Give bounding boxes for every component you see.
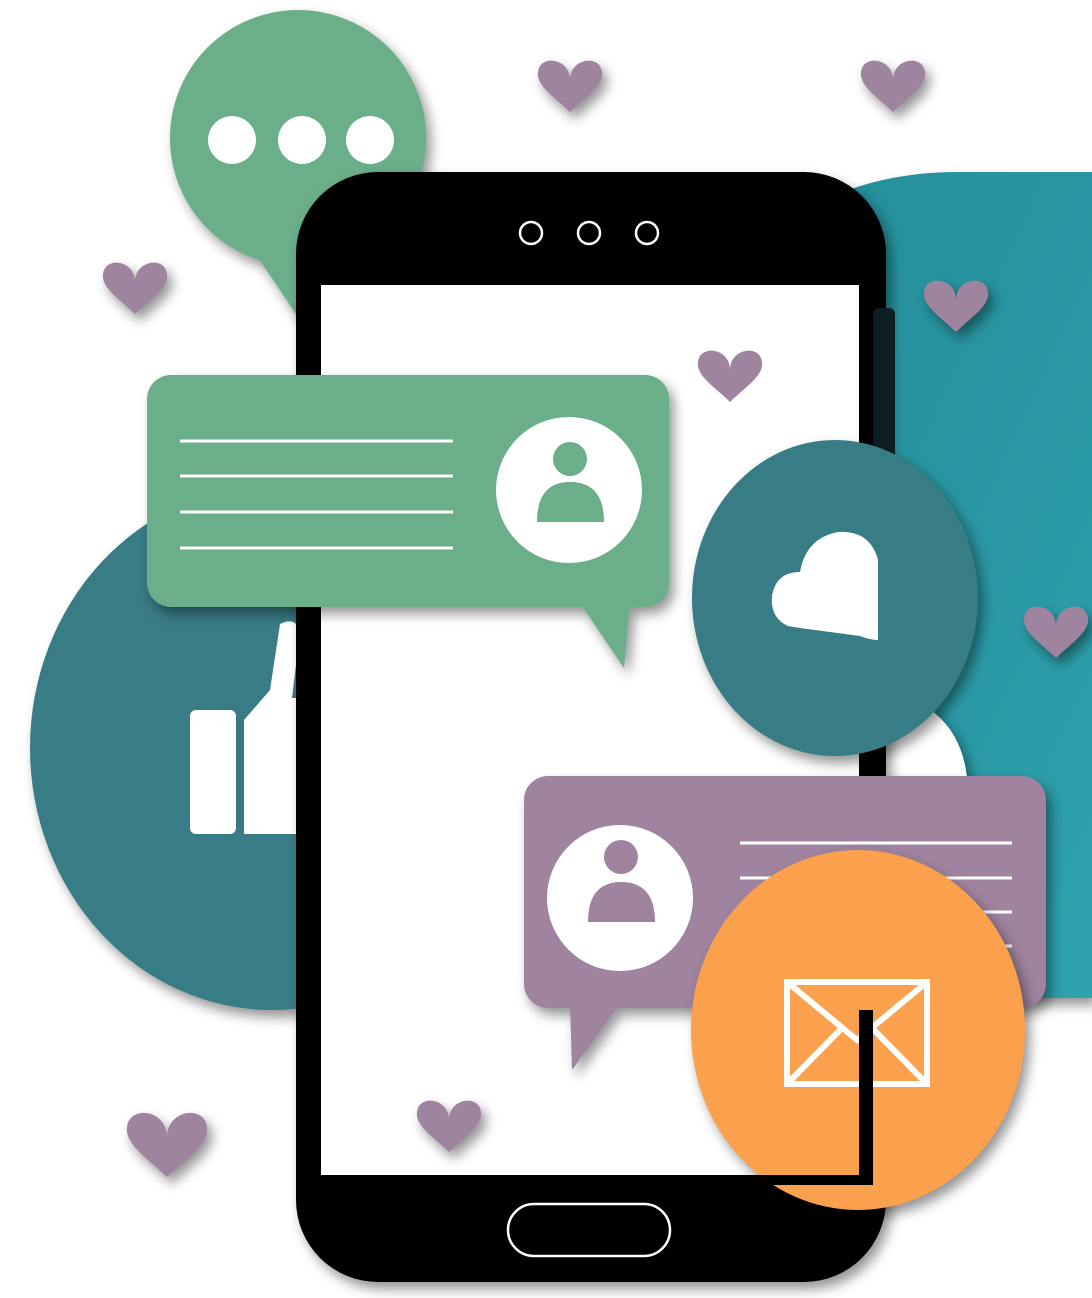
heart-icon [126,1112,208,1177]
phone-bezel-right [859,1010,873,1180]
cloud-circle [692,440,978,756]
phone-bezel-left [296,607,321,1027]
phone-bezel-bottom [321,1175,873,1185]
mail-circle [691,850,1025,1210]
heart-icon [537,60,603,112]
heart-icon [860,60,926,112]
ellipsis-icon [208,116,394,164]
illustration-canvas [30,10,1092,1282]
heart-icon [102,262,168,314]
